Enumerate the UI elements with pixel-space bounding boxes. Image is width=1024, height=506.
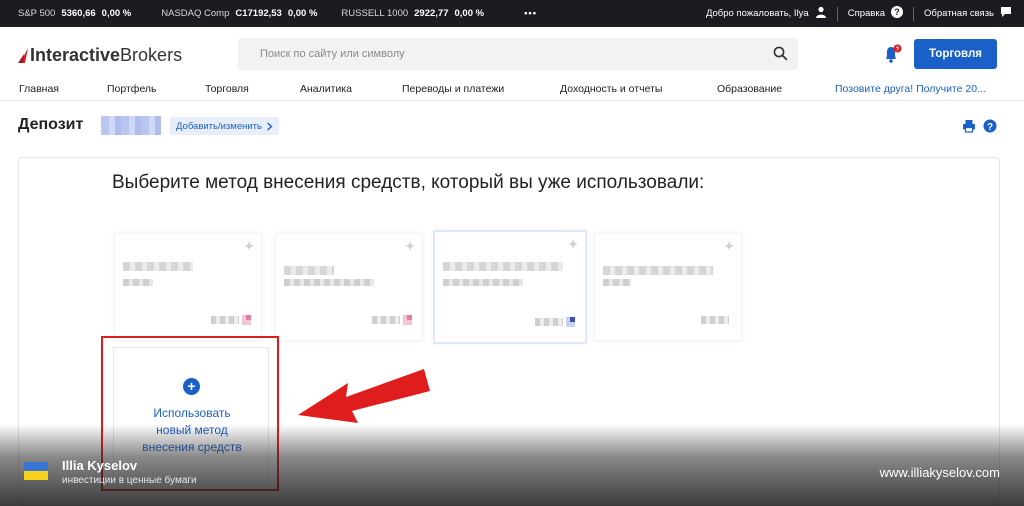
flag-icon [242, 315, 251, 325]
ukraine-flag-icon [24, 462, 48, 480]
trade-button[interactable]: Торговля [914, 39, 997, 69]
ticker-value: C17192,53 [235, 8, 282, 19]
help-icon[interactable]: ? [891, 6, 903, 21]
bell-icon[interactable]: ? [882, 44, 904, 69]
ticker-name: RUSSELL 1000 [341, 8, 409, 19]
blurred-text [211, 316, 239, 324]
svg-text:?: ? [896, 47, 900, 53]
saved-method-card[interactable]: ✦ [114, 233, 262, 341]
nav-item-transfers[interactable]: Переводы и платежи [402, 83, 504, 95]
ticker-change: 0,00 % [101, 8, 132, 19]
ticker-name: NASDAQ Comp [161, 8, 230, 19]
saved-method-card[interactable]: ✦ [275, 233, 423, 341]
ticker-name: S&P 500 [18, 8, 56, 19]
svg-text:?: ? [894, 7, 900, 17]
divider [836, 6, 838, 21]
svg-text:?: ? [987, 122, 993, 133]
blurred-text [284, 279, 374, 286]
nav-item-reports[interactable]: Доходность и отчеты [560, 83, 662, 95]
blurred-text [603, 266, 713, 275]
help-link[interactable]: Справка [848, 8, 885, 19]
account-id-redacted [101, 116, 161, 135]
search-box [238, 38, 798, 70]
ticker-more-button[interactable]: ••• [524, 8, 537, 19]
saved-method-card-selected[interactable]: ✦ [433, 230, 587, 344]
star-icon[interactable]: ✦ [567, 236, 579, 253]
ticker-item-sp500[interactable]: S&P 500 5360,66 0,00 % [18, 8, 131, 19]
chat-icon[interactable] [1000, 6, 1012, 21]
saved-method-card[interactable]: ✦ [594, 233, 742, 341]
blurred-text [701, 316, 729, 324]
blurred-text [603, 279, 631, 286]
flag-icon [566, 317, 575, 327]
ticker-item-nasdaq[interactable]: NASDAQ Comp C17192,53 0,00 % [161, 8, 317, 19]
logo-mark-icon [18, 47, 28, 63]
chevron-right-icon [267, 121, 273, 131]
add-edit-button[interactable]: Добавить/изменить [170, 117, 279, 135]
logo-text-interactive: Interactive [30, 45, 121, 65]
welcome-text: Добро пожаловать, Ilya [705, 8, 809, 19]
author-name: Illia Kyselov [62, 458, 138, 473]
nav-item-portfolio[interactable]: Портфель [107, 83, 157, 95]
search-input[interactable] [238, 38, 758, 70]
author-website[interactable]: www.illiakyselov.com [880, 465, 1000, 480]
market-ticker-bar: S&P 500 5360,66 0,00 % NASDAQ Comp C1719… [0, 0, 1024, 27]
deposit-method-heading: Выберите метод внесения средств, который… [112, 172, 705, 193]
flag-icon [403, 315, 412, 325]
nav-promo-link[interactable]: Позовите друга! Получите 20... [835, 83, 986, 95]
add-edit-label: Добавить/изменить [176, 120, 262, 132]
nav-item-analytics[interactable]: Аналитика [300, 83, 352, 95]
ticker-change: 0,00 % [454, 8, 485, 19]
blurred-text [123, 279, 153, 286]
blurred-text [123, 262, 193, 271]
help-icon[interactable]: ? [983, 119, 997, 138]
blurred-text [372, 316, 400, 324]
print-icon[interactable] [962, 119, 976, 138]
nav-item-home[interactable]: Главная [19, 83, 59, 95]
feedback-link[interactable]: Обратная связь [924, 8, 994, 19]
nav-item-trading[interactable]: Торговля [205, 83, 249, 95]
divider [913, 6, 914, 21]
star-icon[interactable]: ✦ [723, 238, 735, 255]
red-arrow-icon [296, 363, 432, 430]
blurred-text [443, 262, 563, 271]
search-icon[interactable] [773, 46, 788, 66]
logo-text-brokers: Brokers [120, 45, 183, 65]
ticker-value: 2922,77 [414, 8, 449, 19]
ticker-value: 5360,66 [61, 8, 96, 19]
blurred-text [535, 318, 563, 326]
ticker-change: 0,00 % [287, 8, 318, 19]
main-nav: Главная Портфель Торговля Аналитика Пере… [0, 77, 1024, 101]
star-icon[interactable]: ✦ [243, 238, 255, 255]
author-subtitle: инвестиции в ценные бумаги [62, 475, 197, 486]
blurred-text [443, 279, 523, 286]
page-title: Депозит [18, 116, 84, 133]
author-watermark-bar [0, 424, 1024, 506]
ticker-item-russell[interactable]: RUSSELL 1000 2922,77 0,00 % [341, 8, 484, 19]
site-header: InteractiveBrokers ? Торговля [0, 27, 1024, 77]
user-icon[interactable] [815, 6, 827, 21]
blurred-text [284, 266, 334, 275]
nav-item-education[interactable]: Образование [717, 83, 782, 95]
star-icon[interactable]: ✦ [404, 238, 416, 255]
interactive-brokers-logo[interactable]: Interactive Brokers [18, 45, 182, 66]
